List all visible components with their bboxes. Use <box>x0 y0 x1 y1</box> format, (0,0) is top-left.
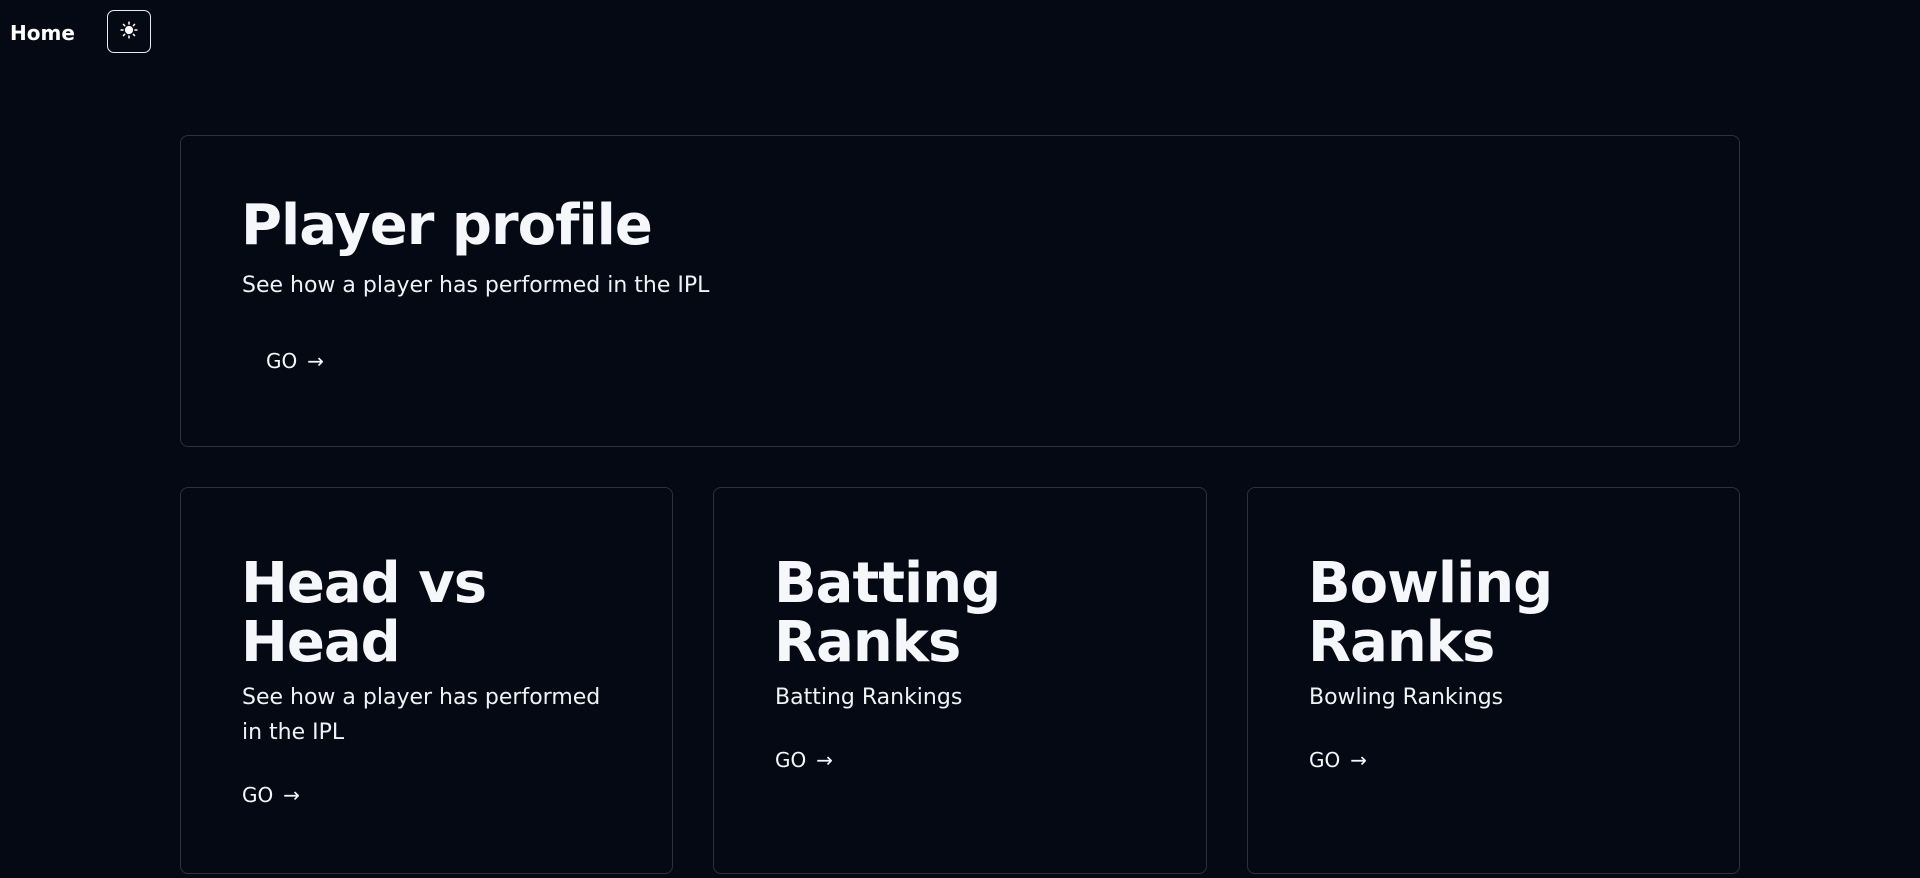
top-navbar: Home <box>0 0 1920 66</box>
player-profile-card: Player profile See how a player has perf… <box>180 135 1740 447</box>
head-vs-head-go-button[interactable]: GO → <box>242 783 300 807</box>
batting-ranks-card: Batting Ranks Batting Rankings GO → <box>713 487 1207 874</box>
go-label: GO <box>1309 748 1341 772</box>
bowling-ranks-go-button[interactable]: GO → <box>1309 748 1367 772</box>
card-title: Head vs Head <box>241 551 487 675</box>
sun-icon <box>120 21 138 42</box>
batting-ranks-go-button[interactable]: GO → <box>775 748 833 772</box>
card-title: Player profile <box>241 193 653 258</box>
theme-toggle-button[interactable] <box>107 10 151 53</box>
arrow-right-icon: → <box>307 349 325 373</box>
player-profile-go-button[interactable]: GO → <box>266 349 324 373</box>
bowling-ranks-card: Bowling Ranks Bowling Rankings GO → <box>1247 487 1740 874</box>
card-description: See how a player has performed in the IP… <box>242 685 601 745</box>
card-description: See how a player has performed in the IP… <box>242 273 710 298</box>
head-vs-head-card: Head vs Head See how a player has perfor… <box>180 487 673 874</box>
arrow-right-icon: → <box>816 748 834 772</box>
card-description: Bowling Rankings <box>1309 685 1504 710</box>
card-description: Batting Rankings <box>775 685 963 710</box>
go-label: GO <box>266 349 298 373</box>
arrow-right-icon: → <box>1350 748 1368 772</box>
go-label: GO <box>242 783 274 807</box>
home-link[interactable]: Home <box>10 21 75 45</box>
card-title: Batting Ranks <box>774 551 1001 675</box>
go-label: GO <box>775 748 807 772</box>
arrow-right-icon: → <box>283 783 301 807</box>
card-title: Bowling Ranks <box>1308 551 1553 675</box>
